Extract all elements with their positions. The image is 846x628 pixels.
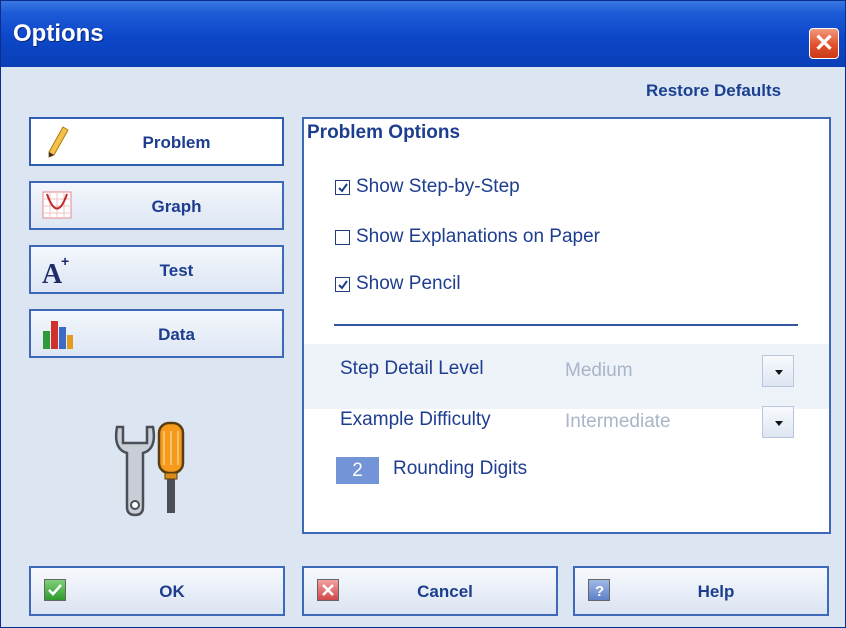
example-difficulty-label: Example Difficulty [340,409,491,430]
divider [334,324,798,326]
nav-graph-button[interactable]: Graph [29,181,284,230]
rounding-digits-label: Rounding Digits [393,458,528,479]
nav-problem-button[interactable]: Problem [29,117,284,166]
restore-defaults-link[interactable]: Restore Defaults [646,81,781,101]
svg-text:?: ? [595,583,604,600]
panel-title: Problem Options [307,122,461,143]
step-detail-label: Step Detail Level [340,358,484,379]
ok-label: OK [159,582,185,601]
nav-problem-label: Problem [142,133,211,152]
svg-text:A: A [42,259,63,287]
checkbox-box[interactable] [335,277,350,292]
nav-data-label: Data [158,325,195,344]
tools-icon [114,421,185,517]
show-pencil-label: Show Pencil [356,273,461,294]
example-difficulty-select[interactable]: Intermediate [557,402,797,442]
cancel-label: Cancel [417,582,473,601]
checkbox-box[interactable] [335,180,350,195]
step-detail-select[interactable]: Medium [557,351,797,391]
title-bar[interactable]: Options ✕ [1,1,845,67]
pencil-icon [48,126,69,158]
graph-icon [42,191,72,219]
ok-button[interactable]: OK [29,566,285,616]
help-button[interactable]: ? Help [573,566,829,616]
step-detail-value: Medium [565,360,633,381]
show-step-by-step-label: Show Step-by-Step [356,176,520,197]
example-difficulty-value: Intermediate [565,411,671,432]
help-label: Help [697,582,735,601]
close-icon[interactable]: ✕ [809,28,839,59]
nav-test-button[interactable]: A + Test [29,245,284,294]
nav-data-button[interactable]: Data [29,309,284,358]
chevron-down-icon[interactable] [762,355,794,387]
bar-chart-icon [43,321,73,349]
svg-text:+: + [61,253,69,269]
show-explanations-label: Show Explanations on Paper [356,226,600,247]
check-icon [338,280,348,290]
window-title: Options [13,20,104,47]
nav-graph-label: Graph [151,197,202,216]
check-icon [338,183,348,193]
checkbox-box[interactable] [335,230,350,245]
options-dialog: Options ✕ Restore Defaults Problem Graph… [0,0,846,628]
cancel-button[interactable]: Cancel [302,566,558,616]
a-plus-icon: A + [42,253,69,287]
nav-test-label: Test [159,261,194,280]
rounding-digits-input[interactable]: 2 [336,457,379,484]
chevron-down-icon[interactable] [762,406,794,438]
